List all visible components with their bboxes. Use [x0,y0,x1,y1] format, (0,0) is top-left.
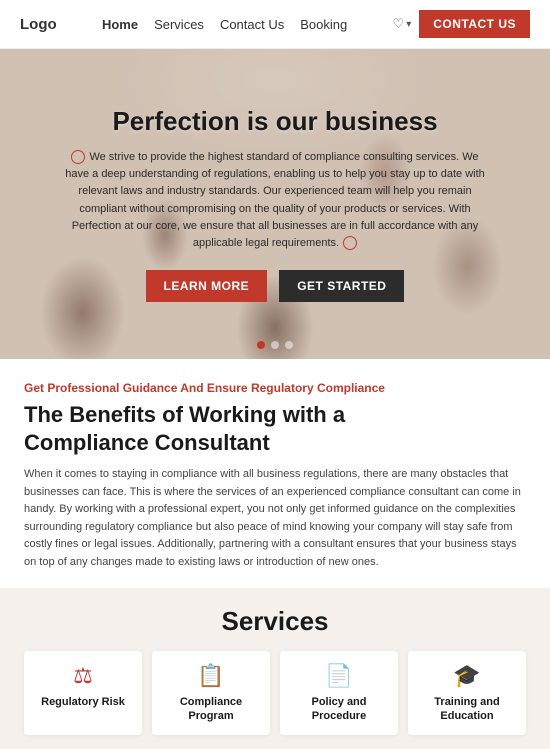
dot-3[interactable] [285,341,293,349]
services-grid: ⚖ Regulatory Risk 📋 Compliance Program 📄… [24,651,526,736]
policy-procedure-icon: 📄 [288,663,390,689]
nav-contact[interactable]: Contact Us [220,17,284,32]
training-education-label: Training and Education [416,695,518,724]
service-card-policy-procedure[interactable]: 📄 Policy and Procedure [280,651,398,736]
service-card-compliance-program[interactable]: 📋 Compliance Program [152,651,270,736]
nav-services[interactable]: Services [154,17,204,32]
benefits-subtitle: Get Professional Guidance And Ensure Reg… [24,381,526,395]
hero-dots [257,341,293,349]
circle-right-icon [343,236,357,250]
nav-links: Home Services Contact Us Booking [102,17,347,32]
service-card-training-education[interactable]: 🎓 Training and Education [408,651,526,736]
service-card-regulatory-risk[interactable]: ⚖ Regulatory Risk [24,651,142,736]
nav-home[interactable]: Home [102,17,138,32]
logo: Logo [20,16,57,33]
chevron-icon: ▾ [406,19,411,30]
benefits-description: When it comes to staying in compliance w… [24,466,524,572]
regulatory-risk-icon: ⚖ [32,663,134,689]
hero-title: Perfection is our business [65,106,485,137]
learn-more-button[interactable]: LEARN MORE [146,270,268,302]
dot-1[interactable] [257,341,265,349]
policy-procedure-label: Policy and Procedure [288,695,390,724]
nav-right: ♡ ▾ CONTACT US [393,10,530,38]
contact-us-button[interactable]: CONTACT US [419,10,530,38]
services-section: Services ⚖ Regulatory Risk 📋 Compliance … [0,588,550,749]
nav-booking[interactable]: Booking [300,17,347,32]
hero-content: Perfection is our business We strive to … [25,106,525,301]
services-title: Services [24,606,526,637]
get-started-button[interactable]: GET STARTED [279,270,404,302]
hero-description: We strive to provide the highest standar… [65,149,485,251]
heart-icon: ♡ [393,16,405,32]
wishlist-button[interactable]: ♡ ▾ [393,16,412,32]
hero-section: Perfection is our business We strive to … [0,49,550,359]
compliance-program-icon: 📋 [160,663,262,689]
benefits-section: Get Professional Guidance And Ensure Reg… [0,359,550,588]
training-education-icon: 🎓 [416,663,518,689]
circle-left-icon [71,150,85,164]
dot-2[interactable] [271,341,279,349]
benefits-title: The Benefits of Working with a Complianc… [24,401,364,456]
regulatory-risk-label: Regulatory Risk [32,695,134,709]
navbar: Logo Home Services Contact Us Booking ♡ … [0,0,550,49]
compliance-program-label: Compliance Program [160,695,262,724]
hero-buttons: LEARN MORE GET STARTED [65,270,485,302]
